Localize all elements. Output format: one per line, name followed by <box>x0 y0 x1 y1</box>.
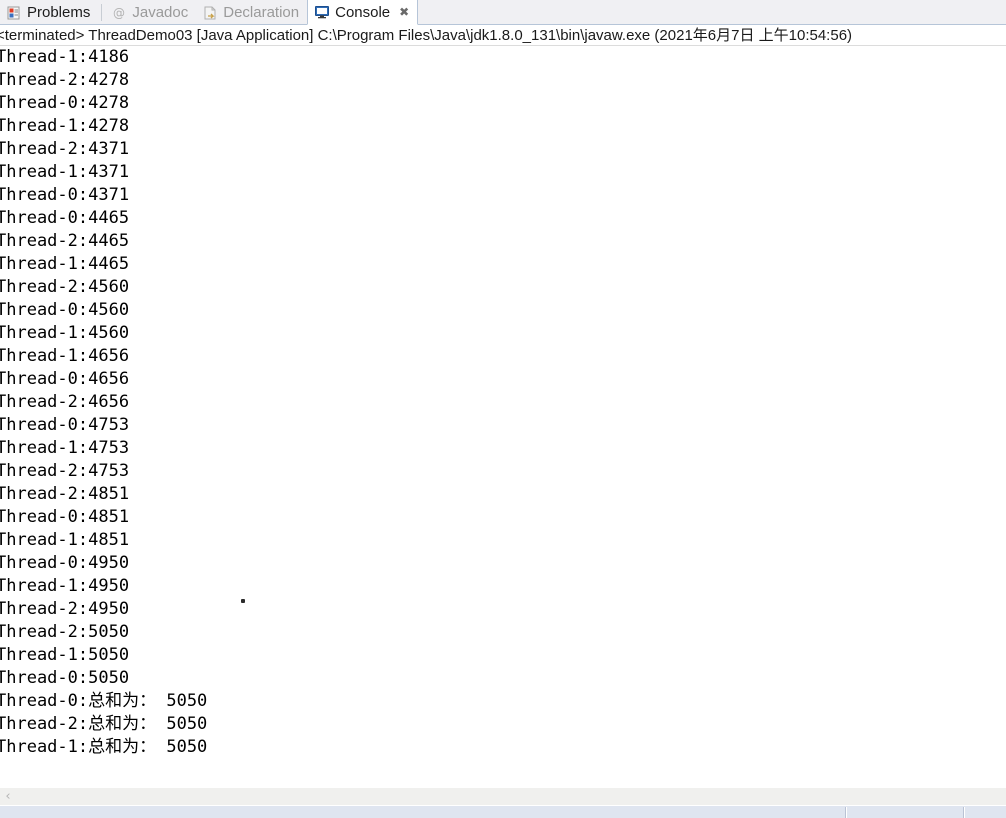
console-line: Thread-0:4753 <box>0 415 130 435</box>
console-line: Thread-1:总和为： 5050 <box>0 737 208 757</box>
launch-status-text: <terminated> ThreadDemo03 [Java Applicat… <box>0 27 853 44</box>
close-icon[interactable]: ✖ <box>399 6 409 18</box>
console-line: Thread-2:4371 <box>0 139 130 159</box>
console-line: Thread-2:4465 <box>0 231 130 251</box>
svg-text:@: @ <box>113 6 125 20</box>
tab-console-label: Console <box>335 3 391 21</box>
javadoc-icon: @ <box>111 5 127 21</box>
console-line: Thread-2:4560 <box>0 277 130 297</box>
console-line: Thread-2:总和为： 5050 <box>0 714 208 734</box>
tab-problems-label: Problems <box>27 4 91 21</box>
console-icon <box>314 4 330 20</box>
tab-problems[interactable]: Problems <box>0 0 98 25</box>
console-line: Thread-0:总和为： 5050 <box>0 691 208 711</box>
console-output-area[interactable]: Thread-1:4186 Thread-2:4278 Thread-0:4278 T… <box>0 46 1006 787</box>
console-line: Thread-2:4753 <box>0 461 130 481</box>
text-caret-marker <box>241 599 245 603</box>
console-line: Thread-1:4656 <box>0 346 130 366</box>
console-line: Thread-2:5050 <box>0 622 130 642</box>
tab-declaration-label: Declaration <box>223 4 300 21</box>
console-line: Thread-2:4656 <box>0 392 130 412</box>
status-bar-separator <box>845 807 847 818</box>
console-line: Thread-0:4851 <box>0 507 130 527</box>
console-line: Thread-1:4278 <box>0 116 130 136</box>
tab-javadoc-label: Javadoc <box>132 4 189 21</box>
problems-icon <box>6 5 22 21</box>
declaration-icon <box>202 5 218 21</box>
scrollbar-track[interactable] <box>16 788 1006 806</box>
console-line: Thread-0:5050 <box>0 668 130 688</box>
console-line: Thread-1:4560 <box>0 323 130 343</box>
tab-separator <box>101 4 103 21</box>
console-line: Thread-0:4656 <box>0 369 130 389</box>
console-line: Thread-2:4851 <box>0 484 130 504</box>
status-bar-separator <box>963 807 965 818</box>
tab-console[interactable]: Console ✖ <box>307 0 419 25</box>
status-bar <box>0 805 1006 818</box>
tab-javadoc[interactable]: @ Javadoc <box>105 0 196 25</box>
console-line: Thread-1:4371 <box>0 162 130 182</box>
console-line: Thread-2:4950 <box>0 599 130 619</box>
console-line: Thread-0:4560 <box>0 300 130 320</box>
console-line: Thread-0:4950 <box>0 553 130 573</box>
console-line: Thread-1:4465 <box>0 254 130 274</box>
console-line: Thread-1:4950 <box>0 576 130 596</box>
console-line: Thread-1:4186 <box>0 47 130 67</box>
console-line: Thread-0:4371 <box>0 185 130 205</box>
console-line: Thread-1:4851 <box>0 530 130 550</box>
console-line: Thread-0:4465 <box>0 208 130 228</box>
horizontal-scrollbar[interactable]: ‹ <box>0 787 1006 805</box>
console-line: Thread-2:4278 <box>0 70 130 90</box>
view-tab-bar: Problems @ Javadoc Declaration Console ✖ <box>0 0 1006 25</box>
console-line: Thread-1:5050 <box>0 645 130 665</box>
launch-status-line: <terminated> ThreadDemo03 [Java Applicat… <box>0 25 1006 46</box>
console-line: Thread-0:4278 <box>0 93 130 113</box>
console-line: Thread-1:4753 <box>0 438 130 458</box>
scroll-left-arrow-icon[interactable]: ‹ <box>0 788 16 806</box>
tab-declaration[interactable]: Declaration <box>196 0 307 25</box>
